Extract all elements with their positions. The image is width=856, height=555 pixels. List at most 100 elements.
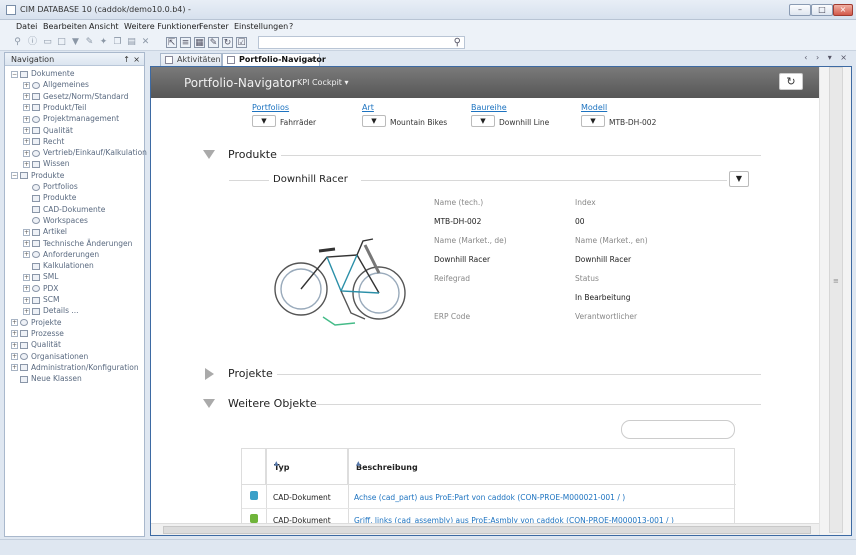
nav-tree-item[interactable]: + Artikel <box>23 226 67 237</box>
nav-tree-item[interactable]: + Recht <box>23 136 64 147</box>
objects-search-input[interactable] <box>621 420 735 439</box>
copy-icon[interactable]: ❐ <box>112 37 123 48</box>
section-more-objects[interactable]: Weitere Objekte <box>228 397 317 410</box>
nav-tree-item[interactable]: Kalkulationen <box>23 260 94 271</box>
nav-tree-item[interactable]: + Prozesse <box>11 328 64 339</box>
nav-tree-item[interactable]: + Vertrieb/Einkauf/Kalkulation <box>23 147 147 158</box>
filter-dropdown-button[interactable]: ▼ <box>581 115 605 127</box>
nav-tree-item[interactable]: + Organisationen <box>11 351 88 362</box>
nav-tree-item[interactable]: + Gesetz/Norm/Standard <box>23 91 128 102</box>
nav-tree-item[interactable]: Neue Klassen <box>11 373 82 384</box>
nav-tree-item[interactable]: + Qualität <box>23 125 73 136</box>
tree-expander-icon[interactable]: + <box>11 330 18 338</box>
filter-label[interactable]: Art <box>362 103 374 112</box>
close-tab-icon[interactable]: × <box>308 54 315 65</box>
filter-dropdown-button[interactable]: ▼ <box>252 115 276 127</box>
pin-icon[interactable]: ↑ <box>123 55 130 64</box>
search-icon[interactable]: ⚲ <box>12 37 23 48</box>
filter-label[interactable]: Portfolios <box>252 103 289 112</box>
minimize-button[interactable]: – <box>789 4 811 16</box>
tree-expander-icon[interactable]: + <box>11 319 18 327</box>
window-icon[interactable]: ▭ <box>42 37 53 48</box>
nav-tree-item[interactable]: + Anforderungen <box>23 249 99 260</box>
menu-datei[interactable]: Datei <box>16 22 37 31</box>
nav-tree-item[interactable]: Workspaces <box>23 215 88 226</box>
nav-tree-item[interactable]: + PDX <box>23 283 58 294</box>
nav-tree-item[interactable]: + SCM <box>23 294 59 305</box>
nav-tree-item[interactable]: − Dokumente <box>11 68 74 79</box>
tree-expander-icon[interactable]: + <box>23 251 30 259</box>
delete-icon[interactable]: ✕ <box>140 37 151 48</box>
nav-tree-item[interactable]: + Technische Änderungen <box>23 238 132 249</box>
tree-expander-icon[interactable]: + <box>23 240 30 247</box>
column-header-typ[interactable]: Typ ▲ <box>266 449 348 485</box>
list-icon[interactable]: ≡ <box>180 37 191 48</box>
tree-expander-icon[interactable]: − <box>11 172 18 180</box>
toolbar-search-input[interactable]: ⚲ <box>258 36 465 49</box>
edit-entry-icon[interactable]: ✎ <box>208 37 219 48</box>
refresh-icon[interactable]: ↻ <box>222 37 233 48</box>
select-icon[interactable]: ⇱ <box>166 37 177 48</box>
nav-tree-item[interactable]: + Administration/Konfiguration <box>11 362 139 373</box>
tree-expander-icon[interactable]: + <box>23 160 30 168</box>
tree-expander-icon[interactable]: + <box>23 149 30 157</box>
nav-tree-item[interactable]: − Produkte <box>11 170 64 181</box>
tree-expander-icon[interactable]: + <box>23 228 30 236</box>
menu-ansicht[interactable]: Ansicht <box>89 22 119 31</box>
nav-tree-item[interactable]: + Projekte <box>11 317 62 328</box>
tree-expander-icon[interactable]: + <box>23 81 30 89</box>
tree-expander-icon[interactable]: + <box>23 138 30 146</box>
filter-label[interactable]: Baureihe <box>471 103 507 112</box>
column-header-beschreibung[interactable]: Beschreibung ▲ <box>348 449 736 485</box>
filter-icon[interactable]: ▼ <box>70 37 81 48</box>
nav-tree-item[interactable]: Produkte <box>23 192 76 203</box>
table-icon[interactable]: ▦ <box>194 37 205 48</box>
nav-tree-item[interactable]: + Details ... <box>23 305 79 316</box>
menu-weitere-funktionen[interactable]: Weitere Funktionen <box>124 22 201 31</box>
tab-aktivitaeten[interactable]: Aktivitäten <box>160 53 222 66</box>
tree-expander-icon[interactable]: + <box>23 285 30 293</box>
new-document-icon[interactable]: □ <box>56 37 67 48</box>
close-button[interactable]: × <box>833 4 853 16</box>
info-icon[interactable]: ⓘ <box>27 37 38 48</box>
close-navigation-icon[interactable]: × <box>133 55 140 64</box>
menu-einstellungen[interactable]: Einstellungen <box>234 22 288 31</box>
tree-expander-icon[interactable]: + <box>23 104 30 112</box>
nav-tree-item[interactable]: + Allgemeines <box>23 79 89 90</box>
tree-expander-icon[interactable]: + <box>23 307 30 315</box>
tree-expander-icon[interactable]: + <box>23 93 30 101</box>
nav-tree-item[interactable]: + Wissen <box>23 158 70 169</box>
row-description-link[interactable]: Achse (cad_part) aus ProE:Part von caddo… <box>354 493 625 502</box>
tree-expander-icon[interactable]: + <box>11 353 18 360</box>
filter-label[interactable]: Modell <box>581 103 607 112</box>
nav-tree-item[interactable]: + SML <box>23 271 58 282</box>
menu-fenster[interactable]: Fenster <box>199 22 229 31</box>
tree-expander-icon[interactable]: + <box>11 364 18 372</box>
vertical-scrollbar[interactable]: ≡ <box>819 67 851 535</box>
filter-dropdown-button[interactable]: ▼ <box>362 115 386 127</box>
tree-expander-icon[interactable]: + <box>23 127 30 134</box>
checklist-icon[interactable]: ☑ <box>236 37 247 48</box>
section-products[interactable]: Produkte <box>228 148 277 161</box>
tree-expander-icon[interactable]: + <box>23 115 30 123</box>
horizontal-scrollbar[interactable] <box>151 523 819 535</box>
tab-navigation-buttons[interactable]: ‹ › ▾ × <box>804 53 850 62</box>
collapse-products-icon[interactable] <box>203 150 215 159</box>
expand-projects-icon[interactable] <box>205 368 214 380</box>
edit-icon[interactable]: ✎ <box>84 37 95 48</box>
tree-expander-icon[interactable]: + <box>23 296 30 304</box>
nav-tree-item[interactable]: + Produkt/Teil <box>23 102 86 113</box>
nav-tree-item[interactable]: + Projektmanagement <box>23 113 119 124</box>
vertical-scroll-thumb[interactable] <box>829 67 843 533</box>
tree-expander-icon[interactable]: + <box>23 273 30 281</box>
tree-expander-icon[interactable]: + <box>11 341 18 349</box>
nav-tree-item[interactable]: Portfolios <box>23 181 78 192</box>
nav-tree-item[interactable]: CAD-Dokumente <box>23 204 105 215</box>
menu-bearbeiten[interactable]: Bearbeiten <box>43 22 87 31</box>
refresh-button[interactable]: ↻ <box>779 73 803 90</box>
magnifier-icon[interactable]: ⚲ <box>454 37 461 48</box>
paste-icon[interactable]: ▤ <box>126 37 137 48</box>
collapse-more-objects-icon[interactable] <box>203 399 215 408</box>
product-item-dropdown[interactable]: ▼ <box>729 171 749 187</box>
menu-help[interactable]: ? <box>289 22 293 31</box>
